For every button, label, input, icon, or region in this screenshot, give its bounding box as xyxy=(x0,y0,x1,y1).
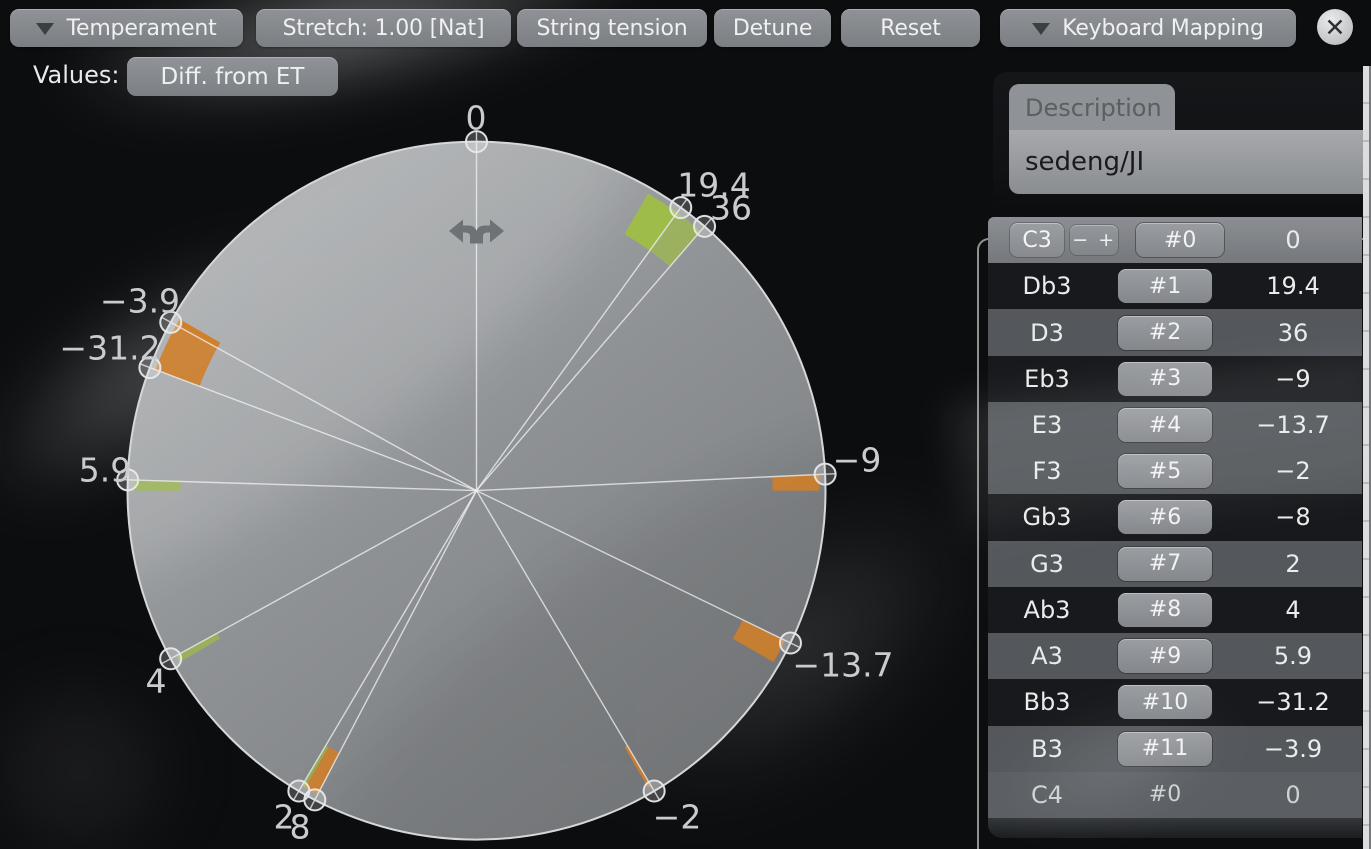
index-badge: #0 xyxy=(1118,778,1212,812)
deviation-label-Eb3: −9 xyxy=(833,441,882,480)
index-badge[interactable]: #9 xyxy=(1118,639,1212,673)
chevron-down-icon xyxy=(36,23,54,35)
note-name: Db3 xyxy=(988,272,1106,300)
deviation-value: −8 xyxy=(1224,503,1362,531)
table-row-Bb3[interactable]: Bb3 #10 −31.2 xyxy=(988,679,1362,725)
deviation-value: 4 xyxy=(1224,596,1362,624)
deviation-label-E3: −13.7 xyxy=(792,646,893,685)
table-row-F3[interactable]: F3 #5 −2 xyxy=(988,448,1362,494)
deviation-label-C3: 0 xyxy=(466,99,487,138)
temperament-dropdown-button[interactable]: Temperament xyxy=(10,9,243,47)
deviation-value: −3.9 xyxy=(1224,735,1362,763)
temperament-window: Temperament Stretch: 1.00 [Nat] String t… xyxy=(0,0,1371,849)
index-badge[interactable]: #7 xyxy=(1118,547,1212,581)
note-cell: C3− + #0 xyxy=(988,223,1224,257)
values-label: Values: xyxy=(33,61,120,89)
note-mapping-table: C3− +#00Db3#119.4D3#236Eb3#3−9E3#4−13.7F… xyxy=(988,217,1362,838)
deviation-value: −31.2 xyxy=(1224,688,1362,716)
deviation-label-Ab3: 4 xyxy=(146,662,167,701)
table-row-A3[interactable]: A3 #9 5.9 xyxy=(988,633,1362,679)
index-badge[interactable]: #1 xyxy=(1118,269,1212,303)
table-row-C4[interactable]: C4 #0 0 xyxy=(988,772,1362,818)
deviation-value: 5.9 xyxy=(1224,642,1362,670)
deviation-label-G3: 2 xyxy=(274,798,295,837)
index-badge[interactable]: #6 xyxy=(1118,500,1212,534)
mapping-table-rows: C3− +#00Db3#119.4D3#236Eb3#3−9E3#4−13.7F… xyxy=(988,217,1362,818)
table-footer xyxy=(988,818,1362,838)
deviation-label-B3: −3.9 xyxy=(100,282,180,321)
deviation-value: −9 xyxy=(1224,365,1362,393)
table-row-Gb3[interactable]: Gb3 #6 −8 xyxy=(988,494,1362,540)
table-row-Eb3[interactable]: Eb3 #3 −9 xyxy=(988,356,1362,402)
detune-button[interactable]: Detune xyxy=(714,9,831,47)
note-name: Ab3 xyxy=(988,596,1106,624)
note-name: Gb3 xyxy=(988,503,1106,531)
index-badge[interactable]: #2 xyxy=(1118,316,1212,350)
deviation-label-A3: 5.9 xyxy=(79,451,131,490)
index-badge[interactable]: #8 xyxy=(1118,593,1212,627)
table-row-Ab3[interactable]: Ab3 #8 4 xyxy=(988,587,1362,633)
deviation-label-F3: −2 xyxy=(653,798,702,837)
description-field[interactable]: sedeng/JI xyxy=(1009,130,1371,194)
string-tension-button[interactable]: String tension xyxy=(517,9,707,47)
index-badge[interactable]: #10 xyxy=(1118,685,1212,719)
deviation-value: −13.7 xyxy=(1224,411,1362,439)
deviation-label-D3: 36 xyxy=(710,189,752,228)
note-name: E3 xyxy=(988,411,1106,439)
table-row-Db3[interactable]: Db3 #1 19.4 xyxy=(988,263,1362,309)
table-row-E3[interactable]: E3 #4 −13.7 xyxy=(988,402,1362,448)
note-name: D3 xyxy=(988,319,1106,347)
deviation-value: 19.4 xyxy=(1224,272,1362,300)
note-name: Bb3 xyxy=(988,688,1106,716)
note-name: F3 xyxy=(988,457,1106,485)
deviation-value: 0 xyxy=(1224,226,1362,254)
reset-button[interactable]: Reset xyxy=(841,9,980,47)
deviation-value: 0 xyxy=(1224,781,1362,809)
table-row-D3[interactable]: D3 #2 36 xyxy=(988,309,1362,355)
deviation-value: 36 xyxy=(1224,319,1362,347)
octave-minus-plus-button[interactable]: − + xyxy=(1070,225,1118,255)
stretch-button[interactable]: Stretch: 1.00 [Nat] xyxy=(256,9,511,47)
chevron-down-icon xyxy=(1032,23,1050,35)
index-badge[interactable]: #11 xyxy=(1118,732,1212,766)
table-row-C3[interactable]: C3− + #00 xyxy=(988,217,1362,263)
tab-description: Description xyxy=(1009,84,1175,132)
values-mode-button[interactable]: Diff. from ET xyxy=(127,57,338,96)
index-badge[interactable]: #4 xyxy=(1118,408,1212,442)
temperament-circle: 019.436−9−13.7−28245.9−31.2−3.9 xyxy=(0,0,1000,849)
close-button[interactable]: ✕ xyxy=(1317,9,1353,45)
note-name: C4 xyxy=(988,781,1106,809)
deviation-value: −2 xyxy=(1224,457,1362,485)
note-name: A3 xyxy=(988,642,1106,670)
index-badge[interactable]: #5 xyxy=(1118,454,1212,488)
deviation-label-Bb3: −31.2 xyxy=(59,329,160,368)
close-icon: ✕ xyxy=(1325,15,1346,40)
description-panel: Description sedeng/JI xyxy=(993,72,1371,210)
table-row-B3[interactable]: B3 #11 −3.9 xyxy=(988,726,1362,772)
deviation-value: 2 xyxy=(1224,550,1362,578)
table-row-G3[interactable]: G3 #7 2 xyxy=(988,541,1362,587)
note-name: B3 xyxy=(988,735,1106,763)
index-badge[interactable]: #0 xyxy=(1136,223,1224,257)
note-button[interactable]: C3 xyxy=(1010,223,1064,257)
keyboard-mapping-dropdown-button[interactable]: Keyboard Mapping xyxy=(1000,9,1296,47)
index-badge[interactable]: #3 xyxy=(1118,362,1212,396)
note-name: G3 xyxy=(988,550,1106,578)
note-name: Eb3 xyxy=(988,365,1106,393)
temperament-label: Temperament xyxy=(66,16,216,41)
